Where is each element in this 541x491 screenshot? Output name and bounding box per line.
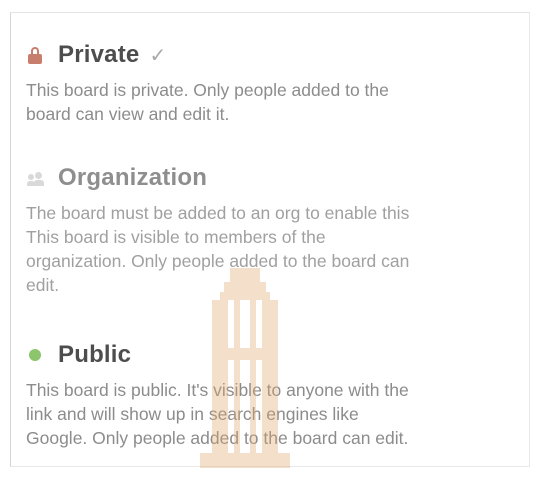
option-title-public: Public (58, 341, 132, 368)
option-private[interactable]: Private ✓ This board is private. Only pe… (26, 40, 526, 126)
option-public[interactable]: Public This board is public. It's visibl… (26, 340, 526, 450)
option-description-organization: The board must be added to an org to ena… (26, 203, 410, 295)
option-description-private: This board is private. Only people added… (26, 80, 389, 124)
lock-icon (26, 46, 44, 64)
checkmark-icon: ✓ (149, 44, 167, 67)
option-title-organization: Organization (58, 164, 208, 191)
option-organization[interactable]: Organization The board must be added to … (26, 163, 526, 297)
public-dot-icon (26, 346, 44, 364)
option-description-public: This board is public. It's visible to an… (26, 380, 409, 448)
organization-icon (26, 169, 44, 187)
option-title-private: Private (58, 41, 140, 68)
